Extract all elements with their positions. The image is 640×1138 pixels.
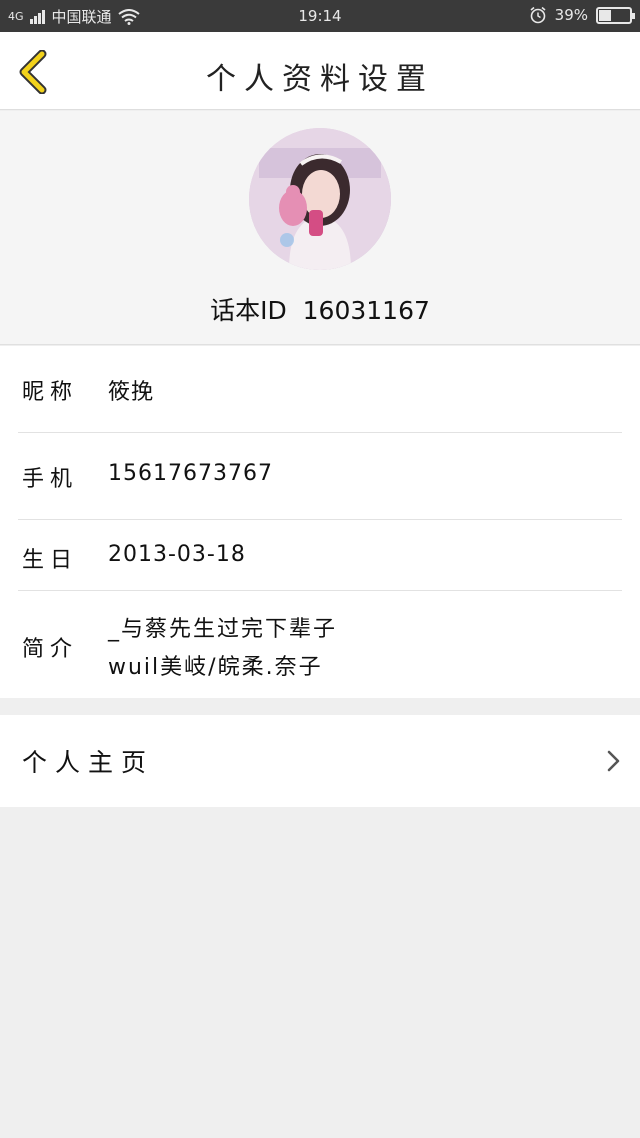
birthday-label: 生日 (22, 548, 79, 573)
profile-info-card: 昵称 筱挽 手机 15617673767 生日 2013-03-18 简介 _与… (0, 346, 640, 698)
nickname-row[interactable]: 昵称 筱挽 (18, 346, 622, 433)
user-id-label: 话本ID (210, 296, 287, 325)
phone-label: 手机 (22, 467, 79, 492)
personal-homepage-label: 个人主页 (22, 748, 155, 777)
bio-row[interactable]: 简介 _与蔡先生过完下辈子 wuil美岐/皖柔.奈子 (18, 591, 622, 698)
bio-line-1: _与蔡先生过完下辈子 (108, 617, 338, 642)
nickname-label: 昵称 (22, 380, 79, 405)
avatar-image (249, 128, 391, 270)
personal-homepage-row[interactable]: 个人主页 (0, 715, 640, 807)
phone-value: 15617673767 (108, 461, 273, 486)
avatar[interactable] (249, 128, 391, 270)
user-id-line: 话本ID 16031167 (0, 291, 640, 327)
status-right: 39% (529, 6, 635, 24)
battery-fill (599, 9, 612, 21)
chevron-right-icon (607, 750, 620, 772)
nav-bar: 个人资料设置 (0, 32, 640, 110)
alarm-icon (530, 6, 546, 24)
status-bar: 4G 中国联通 19:14 39% (0, 0, 640, 32)
bio-value: _与蔡先生过完下辈子 wuil美岐/皖柔.奈子 (108, 611, 337, 687)
battery-percent: 39% (554, 6, 588, 24)
nickname-value: 筱挽 (108, 380, 155, 405)
profile-header: 话本ID 16031167 (0, 111, 640, 345)
battery-icon (596, 6, 635, 24)
bio-line-2: wuil美岐/皖柔.奈子 (108, 655, 323, 680)
bio-label: 简介 (22, 637, 79, 662)
birthday-value: 2013-03-18 (108, 542, 246, 567)
page-title: 个人资料设置 (206, 62, 434, 97)
phone-row[interactable]: 手机 15617673767 (18, 433, 622, 520)
birthday-row[interactable]: 生日 2013-03-18 (18, 520, 622, 591)
user-id-value: 16031167 (302, 296, 430, 325)
